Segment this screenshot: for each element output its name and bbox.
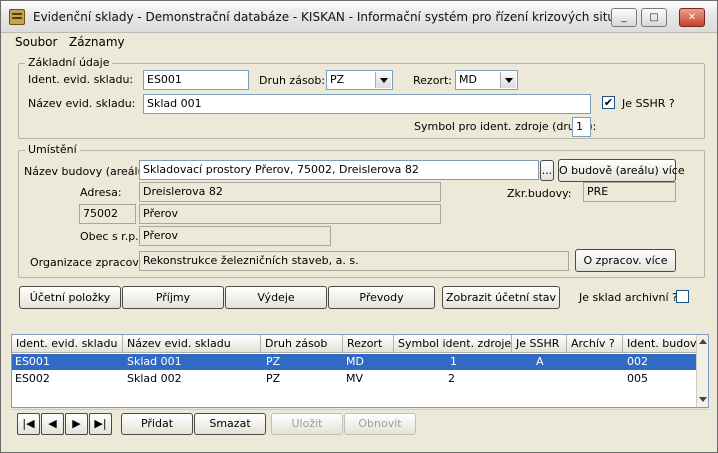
col-ident[interactable]: Ident. evid. skladu (12, 335, 123, 353)
col-nazev[interactable]: Název evid. skladu (123, 335, 261, 353)
maximize-button[interactable]: □ (641, 8, 667, 27)
menu-bar: Soubor Záznamy (1, 33, 717, 51)
cell-symbol: 2 (448, 372, 455, 385)
archiv-checkbox[interactable] (676, 290, 689, 303)
sshr-label: Je SSHR ? (622, 97, 675, 110)
smazat-button[interactable]: Smazat (194, 413, 266, 435)
cell-symbol: 1 (450, 355, 457, 368)
menu-zaznamy[interactable]: Záznamy (69, 35, 125, 49)
col-archiv[interactable]: Archív ? (567, 335, 623, 353)
close-button[interactable]: ✕ (679, 8, 705, 27)
cell-nazev: Sklad 001 (127, 355, 182, 368)
scroll-down-icon[interactable] (699, 397, 707, 402)
archiv-label: Je sklad archivní ? (579, 291, 678, 304)
col-budova[interactable]: Ident. budovy (623, 335, 698, 353)
budova-input[interactable]: Skladovací prostory Přerov, 75002, Dreis… (139, 160, 539, 180)
last-record-button[interactable]: ▶| (89, 413, 112, 435)
zkr-field: PRE (583, 182, 676, 202)
vydeje-button[interactable]: Výdeje (225, 286, 327, 309)
sklady-table: Ident. evid. skladu Název evid. skladu D… (11, 334, 709, 408)
cell-budova: 002 (627, 355, 648, 368)
druh-label: Druh zásob: (259, 74, 326, 87)
symbol-label: Symbol pro ident. zdroje (druhý): (414, 120, 597, 133)
chevron-down-icon[interactable] (375, 72, 391, 88)
table-header: Ident. evid. skladu Název evid. skladu D… (12, 335, 698, 353)
title-bar[interactable]: Evidenční sklady - Demonstrační databáze… (1, 1, 717, 33)
sshr-checkbox[interactable]: ✔ (602, 96, 615, 109)
cell-rezort: MD (346, 355, 364, 368)
symbol-input[interactable]: 1 (572, 117, 591, 137)
next-record-button[interactable]: ▶ (65, 413, 88, 435)
druh-select[interactable]: PZ (326, 70, 393, 90)
prevody-button[interactable]: Převody (328, 286, 435, 309)
adresa-field: Dreislerova 82 (139, 182, 441, 202)
obec-field: Přerov (139, 226, 331, 246)
budova-label: Název budovy (areálu): (24, 165, 153, 178)
rezort-value: MD (459, 73, 477, 86)
zkr-label: Zkr.budovy: (507, 187, 572, 200)
org-label: Organizace zpracov.: (30, 256, 146, 269)
prijmy-button[interactable]: Příjmy (122, 286, 224, 309)
budova-browse-button[interactable]: ... (540, 160, 554, 181)
table-scrollbar[interactable] (696, 335, 708, 407)
col-sshr[interactable]: Je SSHR (512, 335, 567, 353)
budova-more-button[interactable]: O budově (areálu) více (558, 159, 685, 182)
location-legend: Umístění (25, 143, 80, 156)
ident-label: Ident. evid. skladu: (28, 73, 134, 86)
rezort-label: Rezort: (413, 74, 452, 87)
basic-info-legend: Základní údaje (25, 56, 113, 69)
org-more-button[interactable]: O zpracov. více (575, 249, 676, 272)
table-row[interactable]: ES001 Sklad 001 PZ MD 1 A 002 (12, 354, 698, 370)
first-record-button[interactable]: |◀ (17, 413, 40, 435)
app-window: Evidenční sklady - Demonstrační databáze… (0, 0, 718, 453)
cell-druh: PZ (266, 355, 281, 368)
obnovit-button[interactable]: Obnovit (344, 413, 416, 435)
cell-sshr: A (536, 355, 544, 368)
cell-ident: ES001 (15, 355, 50, 368)
adresa-label: Adresa: (80, 186, 122, 199)
col-druh[interactable]: Druh zásob (261, 335, 343, 353)
record-navigator: |◀ ◀ ▶ ▶| Přidat Smazat Uložit Obnovit (11, 409, 709, 439)
table-row[interactable]: ES002 Sklad 002 PZ MV 2 005 (12, 371, 698, 387)
col-rezort[interactable]: Rezort (343, 335, 394, 353)
window-title: Evidenční sklady - Demonstrační databáze… (33, 10, 633, 24)
mesto-field: Přerov (139, 204, 441, 224)
zobrazit-ucetni-stav-button[interactable]: Zobrazit účetní stav (442, 286, 560, 309)
cell-budova: 005 (627, 372, 648, 385)
cell-nazev: Sklad 002 (127, 372, 182, 385)
rezort-select[interactable]: MD (455, 70, 518, 90)
app-icon (9, 9, 25, 25)
cell-rezort: MV (346, 372, 364, 385)
cell-druh: PZ (266, 372, 281, 385)
scroll-up-icon[interactable] (699, 339, 707, 344)
chevron-down-icon[interactable] (500, 72, 516, 88)
pridat-button[interactable]: Přidat (121, 413, 193, 435)
nazev-label: Název evid. skladu: (28, 97, 136, 110)
obec-label: Obec s r.p.: (80, 230, 143, 243)
druh-value: PZ (330, 73, 345, 86)
ident-input[interactable]: ES001 (143, 70, 249, 90)
ulozit-button[interactable]: Uložit (271, 413, 343, 435)
cell-ident: ES002 (15, 372, 50, 385)
col-symbol[interactable]: Symbol ident. zdroje (394, 335, 512, 353)
menu-soubor[interactable]: Soubor (15, 35, 57, 49)
org-field: Rekonstrukce železničních staveb, a. s. (139, 251, 569, 271)
prev-record-button[interactable]: ◀ (41, 413, 64, 435)
minimize-button[interactable]: _ (611, 8, 637, 27)
ucetni-polozky-button[interactable]: Účetní položky (19, 286, 121, 309)
psc-field: 75002 (79, 204, 136, 224)
nazev-input[interactable]: Sklad 001 (143, 94, 591, 114)
